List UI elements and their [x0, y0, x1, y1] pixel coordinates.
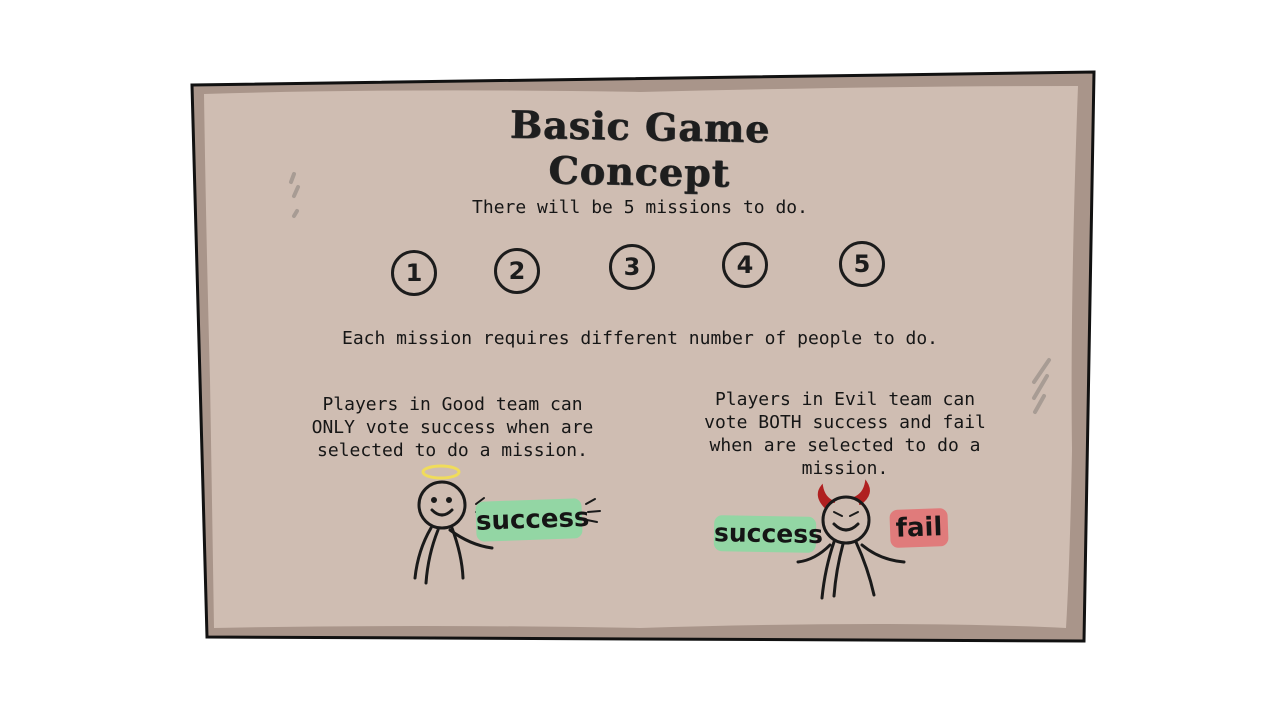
- evil-fail-tag: fail: [889, 507, 949, 549]
- good-success-tag: success: [475, 498, 590, 542]
- character-illustrations: [413, 464, 906, 600]
- evil-success-tag: success: [713, 515, 823, 553]
- left-horn-icon: [817, 483, 835, 509]
- halo-icon: [421, 464, 461, 480]
- game-slide: Basic Game Concept There will be 5 missi…: [0, 0, 1280, 720]
